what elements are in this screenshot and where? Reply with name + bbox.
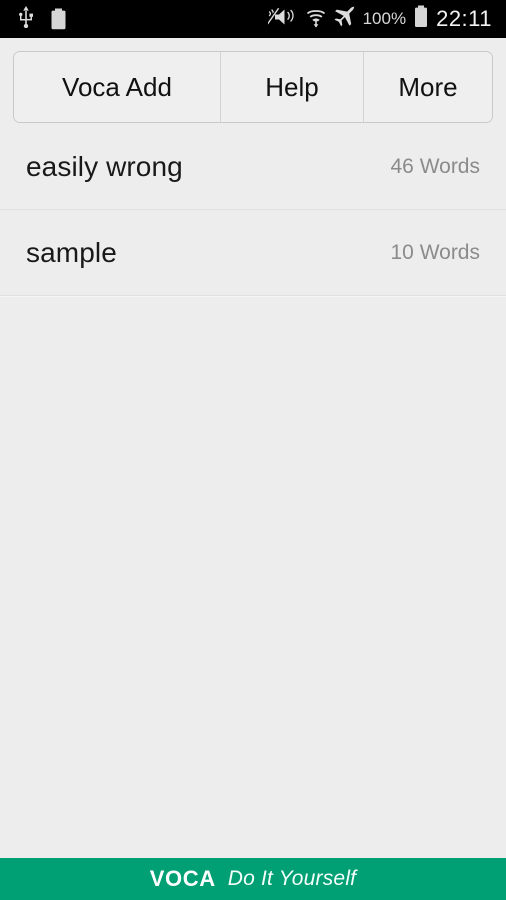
app-root: 100% 22:11 Voca Add Help More easily wro…	[0, 0, 506, 900]
footer-tagline-label: Do It Yourself	[227, 867, 357, 890]
toolbar-button-group: Voca Add Help More	[13, 51, 493, 123]
more-button[interactable]: More	[364, 52, 492, 122]
status-bar-left-icons: 100	[0, 5, 67, 33]
help-button-label: Help	[265, 71, 319, 102]
status-bar-right-icons: 100% 22:11	[262, 5, 506, 33]
battery-charge-icon: 100	[50, 8, 67, 30]
list-divider	[0, 295, 506, 296]
help-button[interactable]: Help	[221, 52, 364, 122]
more-button-label: More	[398, 71, 458, 102]
list-item-word-count: 10 Words	[390, 240, 481, 264]
airplane-mode-icon	[334, 5, 356, 33]
list-item-title: easily wrong	[26, 150, 183, 182]
list-item-word-count: 46 Words	[390, 154, 481, 178]
footer-brand-label: VOCA	[149, 866, 216, 891]
list-item-title: sample	[26, 236, 117, 268]
battery-full-icon	[413, 5, 429, 33]
status-bar: 100% 22:11	[0, 0, 506, 38]
voca-add-button[interactable]: Voca Add	[14, 52, 221, 122]
usb-icon	[18, 5, 34, 33]
list-item[interactable]: sample 10 Words	[0, 210, 506, 295]
mute-vibrate-icon	[262, 6, 298, 33]
wifi-icon	[305, 6, 327, 33]
vocabulary-list: easily wrong 46 Words sample 10 Words	[0, 124, 506, 296]
voca-add-button-label: Voca Add	[62, 71, 172, 102]
status-bar-clock: 22:11	[436, 6, 492, 31]
list-item[interactable]: easily wrong 46 Words	[0, 124, 506, 209]
footer-banner[interactable]: VOCA Do It Yourself	[0, 858, 506, 900]
battery-percent-label: 100%	[362, 9, 407, 28]
